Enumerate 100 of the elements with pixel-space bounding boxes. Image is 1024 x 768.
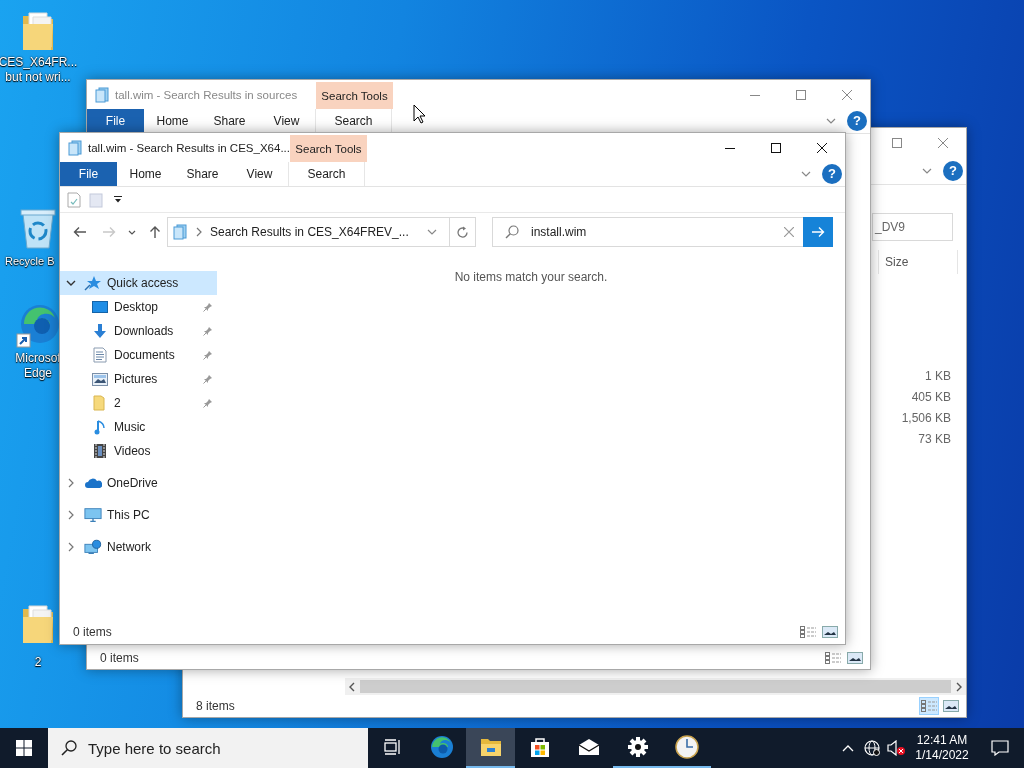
windows-logo-icon [16, 740, 32, 756]
file-tab[interactable]: File [60, 162, 117, 186]
chevron-down-icon [128, 229, 136, 235]
search-text: install.wim [531, 225, 587, 239]
task-view-icon [383, 739, 402, 755]
details-view-button[interactable] [920, 698, 938, 714]
nav-item[interactable]: Videos [60, 439, 217, 463]
details-view-button[interactable] [824, 650, 842, 666]
details-view-button[interactable] [799, 623, 817, 640]
details-view-icon [825, 652, 841, 664]
large-icons-view-icon [943, 700, 959, 712]
folder-icon [479, 737, 502, 757]
nav-item[interactable]: Music [60, 415, 217, 439]
file-size: 405 KB [911, 389, 951, 406]
checked-page-icon [67, 191, 81, 208]
nav-item[interactable]: 2 [60, 391, 217, 415]
disc-image-icon [67, 139, 83, 156]
maximize-icon [796, 89, 806, 100]
close-icon [817, 142, 827, 153]
forward-arrow-icon [102, 226, 116, 238]
expand-icon[interactable] [66, 542, 76, 552]
address-dropdown-icon[interactable] [427, 229, 437, 235]
expand-icon[interactable] [66, 478, 76, 488]
file-size: 73 KB [918, 431, 951, 448]
clock-icon [674, 735, 699, 759]
expand-icon[interactable] [66, 510, 76, 520]
muted-speaker-icon [887, 740, 905, 756]
contextual-tab-group: Search Tools [289, 135, 367, 162]
disc-image-icon [94, 86, 110, 103]
desktop-icon [92, 300, 108, 314]
dropdown-icon [114, 196, 122, 203]
empty-message: No items match your search. [454, 270, 608, 286]
folder-icon [92, 395, 108, 411]
clear-icon [784, 227, 794, 237]
contextual-tab-group: Search Tools [316, 82, 393, 109]
scroll-left-icon[interactable] [348, 681, 356, 692]
column-header[interactable]: Size [878, 250, 958, 274]
maximize-icon [892, 137, 902, 148]
scroll-right-icon[interactable] [955, 681, 963, 692]
download-icon [92, 323, 108, 339]
arrow-right-icon [811, 226, 825, 238]
disc-image-icon [172, 224, 188, 240]
file-size: 1,506 KB [901, 410, 951, 427]
file-explorer-button[interactable] [466, 728, 515, 768]
breadcrumb-chevron-icon[interactable] [196, 227, 202, 237]
nav-item[interactable]: OneDrive [60, 471, 217, 495]
back-arrow-icon [73, 226, 87, 238]
folder-icon [89, 191, 103, 208]
film-icon [92, 443, 108, 459]
nav-item[interactable]: Pictures [60, 367, 217, 391]
address-bar[interactable]: Search Results in CES_X64FREV_... [167, 217, 476, 247]
close-icon [938, 137, 948, 148]
help-button[interactable]: ? [847, 111, 867, 131]
expand-ribbon-icon[interactable] [922, 167, 932, 174]
browser-icon[interactable] [16, 304, 60, 348]
file-tab[interactable]: File [87, 109, 144, 133]
nav-item[interactable]: Quick access [60, 271, 217, 295]
nav-item[interactable]: Documents [60, 343, 217, 367]
refresh-icon [456, 225, 469, 239]
search-go-button[interactable] [803, 217, 833, 247]
expand-ribbon-icon[interactable] [801, 171, 811, 177]
large-icons-view-icon [822, 625, 838, 638]
mouse-cursor-icon [413, 104, 426, 124]
globe-icon [864, 740, 880, 756]
folder-icon[interactable] [21, 603, 55, 645]
file-size: 1 KB [925, 368, 951, 385]
large-icons-view-button[interactable] [821, 623, 839, 640]
search-icon [505, 225, 519, 239]
large-icons-view-button[interactable] [942, 698, 960, 714]
speech-bubble-icon [991, 740, 1009, 756]
search-field[interactable]: Type here to search [48, 728, 368, 768]
large-icons-view-button[interactable] [846, 650, 864, 666]
computer-icon [84, 507, 102, 523]
help-button[interactable]: ? [822, 164, 842, 184]
window-title: tall.wim - Search Results in sources [115, 88, 298, 101]
recycle-bin-icon[interactable] [18, 206, 58, 250]
settings-icon [626, 736, 649, 758]
music-note-icon [92, 419, 108, 435]
details-view-icon [921, 700, 937, 712]
search-field[interactable]: _DV9 [872, 213, 953, 241]
caret-up-icon [842, 744, 854, 752]
folder-icon[interactable] [21, 10, 55, 52]
nav-item[interactable]: Network [60, 535, 217, 559]
expand-ribbon-icon[interactable] [826, 118, 836, 124]
network-icon [84, 539, 102, 555]
cloud-icon [84, 477, 102, 489]
window-title: tall.wim - Search Results in CES_X64... [88, 141, 290, 154]
search-field[interactable]: install.wim [492, 217, 803, 247]
browser-icon [429, 735, 454, 759]
nav-item[interactable]: Downloads [60, 319, 217, 343]
envelope-icon [577, 738, 600, 756]
nav-item[interactable]: This PC [60, 503, 217, 527]
help-button[interactable]: ? [943, 160, 963, 181]
item-count: 0 items [72, 624, 112, 639]
horizontal-scrollbar[interactable] [345, 678, 966, 695]
nav-item[interactable]: Desktop [60, 295, 217, 319]
clock-button[interactable]: 12:41 AM 1/14/2022 [908, 728, 976, 768]
collapse-icon[interactable] [66, 280, 76, 286]
star-icon [84, 275, 102, 291]
search-text: _DV9 [875, 220, 906, 234]
